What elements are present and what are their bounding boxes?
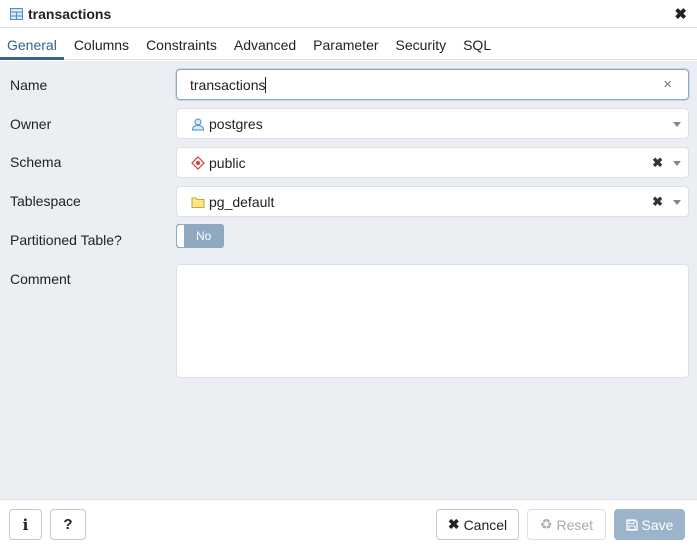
owner-select[interactable]: postgres — [176, 108, 689, 139]
chevron-down-icon[interactable] — [673, 161, 681, 166]
tab-security[interactable]: Security — [389, 29, 454, 60]
clear-icon[interactable]: × — [663, 76, 672, 93]
tab-constraints[interactable]: Constraints — [139, 29, 224, 60]
chevron-down-icon[interactable] — [673, 122, 681, 127]
tablespace-label: Tablespace — [10, 193, 81, 209]
toggle-text: No — [196, 229, 212, 243]
toggle-knob — [177, 225, 184, 247]
save-button[interactable]: Save — [614, 509, 685, 540]
tab-sql[interactable]: SQL — [456, 29, 498, 60]
tablespace-value: pg_default — [209, 193, 275, 210]
info-button[interactable]: i — [9, 509, 42, 540]
name-value: transactions — [190, 76, 266, 93]
schema-icon — [191, 155, 205, 170]
user-icon — [191, 118, 205, 130]
save-label: Save — [641, 516, 674, 533]
partitioned-toggle[interactable]: No — [176, 224, 224, 248]
chevron-down-icon[interactable] — [673, 200, 681, 205]
clear-icon[interactable]: ✖ — [652, 155, 663, 171]
tab-bar: General Columns Constraints Advanced Par… — [0, 29, 697, 60]
dialog-titlebar: transactions ✖ — [0, 0, 697, 28]
text-cursor — [265, 76, 267, 93]
tablespace-select[interactable]: pg_default ✖ — [176, 186, 689, 217]
form-body: Name transactions × Owner postgres Schem… — [0, 61, 697, 499]
tab-parameter[interactable]: Parameter — [306, 29, 385, 60]
owner-value: postgres — [209, 115, 263, 132]
dialog-footer: i ? ✖ Cancel ♻ Reset Save — [0, 499, 697, 548]
schema-select[interactable]: public ✖ — [176, 147, 689, 178]
cancel-button[interactable]: ✖ Cancel — [436, 509, 519, 540]
reset-button[interactable]: ♻ Reset — [527, 509, 606, 540]
partitioned-label: Partitioned Table? — [10, 232, 122, 248]
reset-label: Reset — [556, 516, 594, 533]
info-icon: i — [22, 515, 29, 534]
comment-textarea[interactable] — [176, 264, 689, 378]
name-input[interactable]: transactions × — [176, 69, 689, 100]
help-button[interactable]: ? — [50, 509, 86, 540]
folder-icon — [191, 197, 205, 208]
clear-icon[interactable]: ✖ — [652, 194, 663, 210]
cancel-label: Cancel — [463, 516, 508, 533]
floppy-disk-icon — [625, 518, 638, 531]
owner-label: Owner — [10, 116, 52, 132]
help-icon: ? — [63, 516, 73, 533]
table-icon — [10, 7, 23, 20]
schema-value: public — [209, 154, 246, 171]
tab-advanced[interactable]: Advanced — [227, 29, 303, 60]
tab-general[interactable]: General — [0, 29, 64, 60]
name-label: Name — [10, 77, 48, 93]
close-icon[interactable]: ✖ — [674, 5, 687, 23]
tab-columns[interactable]: Columns — [67, 29, 136, 60]
dialog-title: transactions — [28, 5, 112, 22]
schema-label: Schema — [10, 154, 62, 170]
comment-label: Comment — [10, 271, 71, 287]
recycle-icon: ♻ — [539, 516, 553, 532]
close-icon: ✖ — [447, 516, 460, 532]
